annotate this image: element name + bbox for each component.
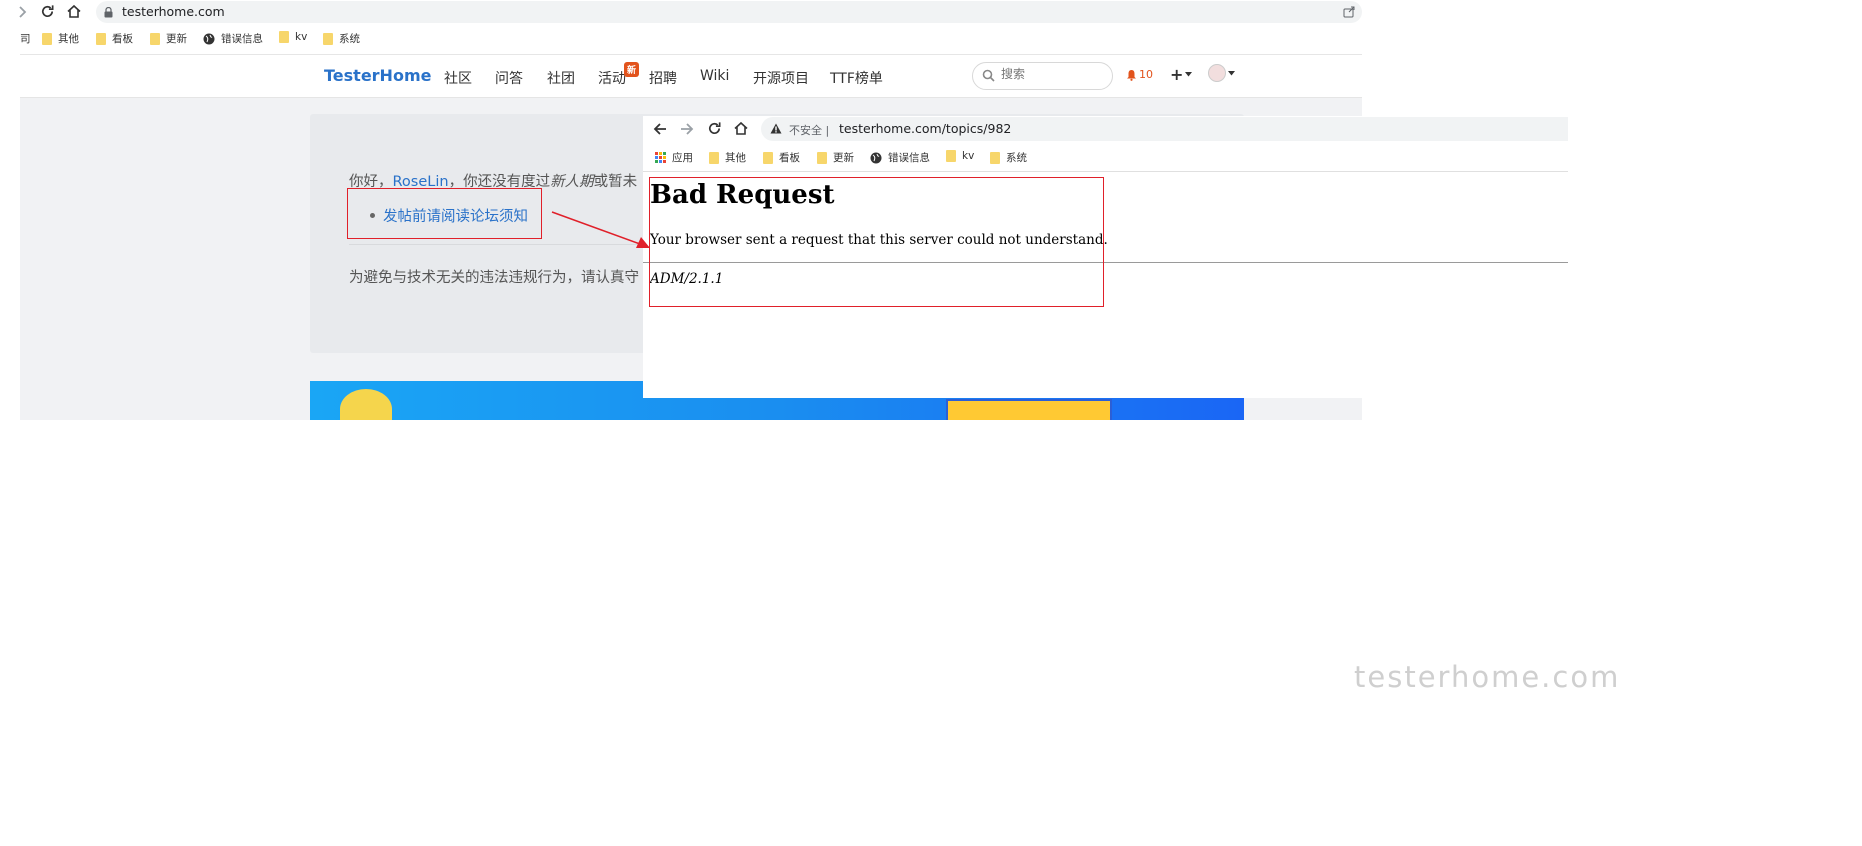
forward-icon[interactable]	[680, 122, 694, 136]
folder-icon	[709, 151, 719, 164]
globe-icon	[870, 152, 882, 164]
bell-icon	[1126, 69, 1137, 81]
home-icon[interactable]	[66, 4, 82, 19]
search-box[interactable]	[972, 62, 1113, 90]
nav-opensource[interactable]: 开源项目	[753, 68, 809, 88]
reload-icon[interactable]	[40, 4, 55, 19]
create-menu-button[interactable]: +	[1170, 65, 1193, 84]
bookmark-item[interactable]: 看板	[763, 150, 800, 165]
folder-icon	[323, 32, 333, 45]
folder-icon	[279, 31, 289, 43]
bookmark-item[interactable]: 更新	[817, 150, 854, 165]
bookmark-item[interactable]: 其他	[42, 31, 79, 46]
annotation-arrow	[551, 211, 650, 248]
bookmark-item[interactable]: 看板	[96, 31, 133, 46]
reload-icon[interactable]	[707, 121, 722, 136]
warning-icon	[770, 123, 782, 134]
caret-down-icon	[1185, 72, 1193, 77]
bookmark-item[interactable]: 系统	[323, 31, 360, 46]
search-input[interactable]	[1001, 67, 1101, 81]
banner-mascot	[340, 389, 392, 420]
nav-groups[interactable]: 社团	[547, 68, 575, 88]
bookmark-item[interactable]: 错误信息	[203, 31, 263, 46]
bookmark-item[interactable]: 错误信息	[870, 150, 930, 165]
compliance-notice-text: 为避免与技术无关的违法违规行为，请认真守	[349, 270, 639, 286]
highlight-box-rules-link	[347, 188, 542, 239]
avatar	[1208, 64, 1226, 82]
nav-ttf-ranking[interactable]: TTF榜单	[830, 68, 883, 88]
folder-icon	[763, 151, 773, 164]
bookmark-item[interactable]: 更新	[150, 31, 187, 46]
folder-icon	[817, 151, 827, 164]
caret-down-icon	[1228, 70, 1235, 76]
banner-graphic	[946, 399, 1112, 420]
inner-browser-toolbar: 不安全 | testerhome.com/topics/982	[643, 116, 1568, 142]
watermark: testerhome.com	[1354, 660, 1621, 694]
search-icon	[982, 69, 995, 82]
insecure-label: 不安全 |	[789, 124, 830, 137]
bookmark-item[interactable]: kv	[279, 31, 307, 43]
plus-icon: +	[1170, 65, 1184, 84]
bookmark-item[interactable]: 应用	[655, 150, 693, 165]
home-icon[interactable]	[733, 121, 749, 136]
inner-address-bar[interactable]: 不安全 | testerhome.com/topics/982	[761, 117, 1568, 141]
bookmark-item[interactable]: 系统	[990, 150, 1027, 165]
share-icon[interactable]	[1343, 5, 1356, 18]
apps-grid-icon	[655, 152, 666, 163]
address-bar[interactable]: testerhome.com	[96, 1, 1362, 23]
forward-icon[interactable]	[18, 5, 28, 19]
bookmark-overflow[interactable]: 司	[20, 31, 31, 46]
nav-wiki[interactable]: Wiki	[700, 68, 729, 84]
site-navbar: TesterHome 社区 问答 社团 活动 新 招聘 Wiki 开源项目 TT…	[20, 55, 1362, 98]
browser-toolbar: testerhome.com	[0, 0, 1362, 24]
back-icon[interactable]	[653, 122, 667, 136]
highlight-box-bad-request	[649, 177, 1104, 307]
folder-icon	[150, 32, 160, 45]
user-menu-button[interactable]	[1208, 64, 1235, 82]
address-url[interactable]: testerhome.com	[122, 4, 225, 19]
inner-address-url[interactable]: testerhome.com/topics/982	[839, 121, 1011, 136]
folder-icon	[946, 150, 956, 162]
new-badge: 新	[624, 62, 640, 77]
folder-icon	[42, 32, 52, 45]
folder-icon	[990, 151, 1000, 164]
nav-community[interactable]: 社区	[444, 68, 472, 88]
nav-jobs[interactable]: 招聘	[649, 68, 677, 88]
nav-qa[interactable]: 问答	[495, 68, 523, 88]
folder-icon	[96, 32, 106, 45]
lock-icon	[104, 7, 113, 18]
notification-count: 10	[1139, 68, 1153, 81]
bookmarks-bar: 司 其他 看板 更新 错误信息 kv 系统	[0, 27, 1362, 49]
bookmark-item[interactable]: 其他	[709, 150, 746, 165]
inner-toolbar-divider	[643, 171, 1568, 172]
nav-events[interactable]: 活动	[598, 68, 626, 88]
inner-bookmarks-bar: 应用 其他 看板 更新 错误信息 kv 系统	[643, 146, 1568, 168]
bookmark-item[interactable]: kv	[946, 150, 974, 162]
site-logo[interactable]: TesterHome	[324, 66, 431, 85]
globe-icon	[203, 33, 215, 45]
notification-button[interactable]: 10	[1126, 68, 1153, 81]
